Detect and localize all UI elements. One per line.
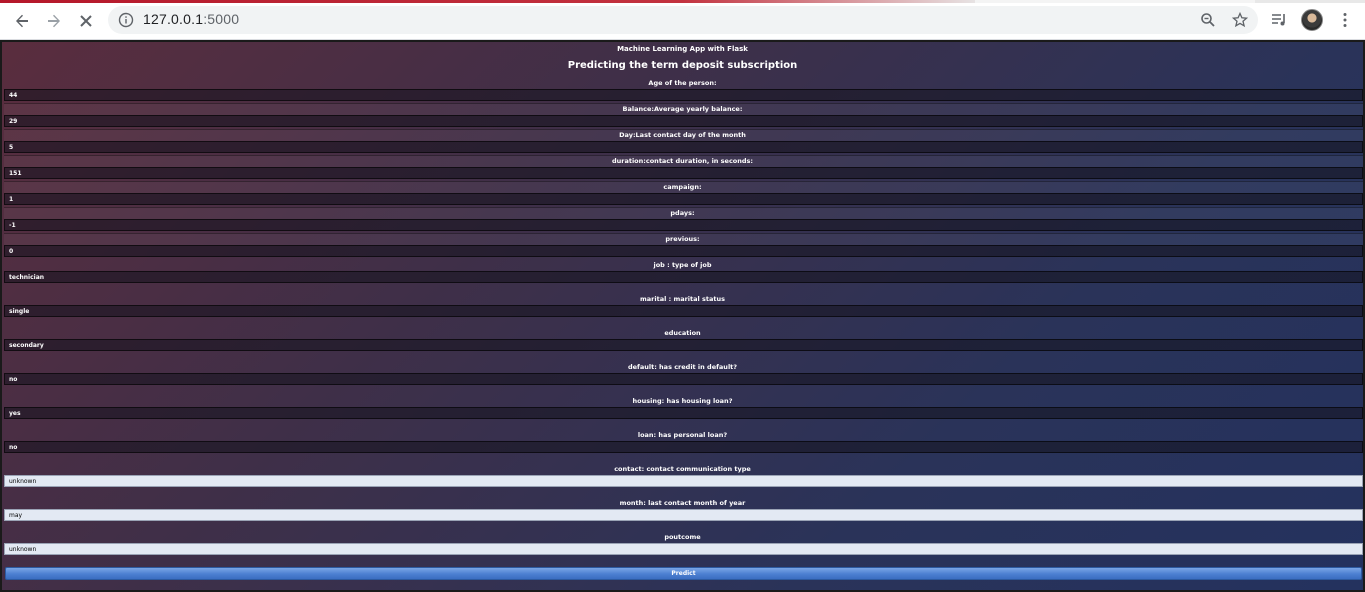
duration-label: duration:contact duration, in seconds: xyxy=(611,157,754,165)
browser-toolbar: 127.0.0.1:5000 xyxy=(0,0,1365,40)
loan-select[interactable]: no xyxy=(4,441,1363,453)
pdays-input[interactable]: -1 xyxy=(4,219,1363,231)
previous-label: previous: xyxy=(665,235,700,243)
tab-strip-edge xyxy=(0,0,1365,3)
education-label: education xyxy=(664,329,701,337)
poutcome-label: poutcome xyxy=(664,533,701,541)
default-label: default: has credit in default? xyxy=(627,363,738,371)
zoom-icon[interactable] xyxy=(1200,12,1216,28)
media-playlist-icon[interactable] xyxy=(1270,11,1288,29)
education-select[interactable]: secondary xyxy=(4,339,1363,351)
stop-loading-icon[interactable] xyxy=(75,10,97,32)
campaign-label: campaign: xyxy=(663,183,702,191)
day-label: Day:Last contact day of the month xyxy=(619,131,746,139)
url-text: 127.0.0.1:5000 xyxy=(143,11,239,27)
url-port: :5000 xyxy=(203,11,240,27)
predict-button[interactable]: Predict xyxy=(5,567,1362,580)
job-label: job : type of job xyxy=(653,261,712,269)
housing-select[interactable]: yes xyxy=(4,407,1363,419)
more-menu-icon[interactable] xyxy=(1336,11,1354,29)
balance-label: Balance:Average yearly balance: xyxy=(622,105,743,113)
forward-arrow-icon[interactable] xyxy=(43,10,65,32)
bookmark-star-icon[interactable] xyxy=(1232,12,1248,28)
marital-select[interactable]: single xyxy=(4,305,1363,317)
age-label: Age of the person: xyxy=(648,79,717,87)
marital-label: marital : marital status xyxy=(640,295,725,303)
app-title: Machine Learning App with Flask xyxy=(617,45,748,53)
housing-label: housing: has housing loan? xyxy=(632,397,733,405)
poutcome-select[interactable]: unknown xyxy=(4,543,1363,555)
job-select[interactable]: technician xyxy=(4,271,1363,283)
campaign-input[interactable]: 1 xyxy=(4,193,1363,205)
contact-label: contact: contact communication type xyxy=(614,465,751,473)
profile-avatar[interactable] xyxy=(1301,9,1323,31)
loan-label: loan: has personal loan? xyxy=(637,431,728,439)
default-select[interactable]: no xyxy=(4,373,1363,385)
previous-input[interactable]: 0 xyxy=(4,245,1363,257)
back-arrow-icon[interactable] xyxy=(11,10,33,32)
url-host: 127.0.0.1 xyxy=(143,11,204,27)
balance-input[interactable]: 29 xyxy=(4,115,1363,127)
page-content: Machine Learning App with Flask Predicti… xyxy=(0,40,1365,592)
info-icon[interactable] xyxy=(118,12,134,28)
day-input[interactable]: 5 xyxy=(4,141,1363,153)
pdays-label: pdays: xyxy=(670,209,695,217)
duration-input[interactable]: 151 xyxy=(4,167,1363,179)
contact-select[interactable]: unknown xyxy=(4,475,1363,487)
month-select[interactable]: may xyxy=(4,509,1363,521)
age-input[interactable]: 44 xyxy=(4,89,1363,101)
month-label: month: last contact month of year xyxy=(619,499,746,507)
page-heading: Predicting the term deposit subscription xyxy=(567,60,798,71)
address-bar[interactable]: 127.0.0.1:5000 xyxy=(108,6,1258,34)
